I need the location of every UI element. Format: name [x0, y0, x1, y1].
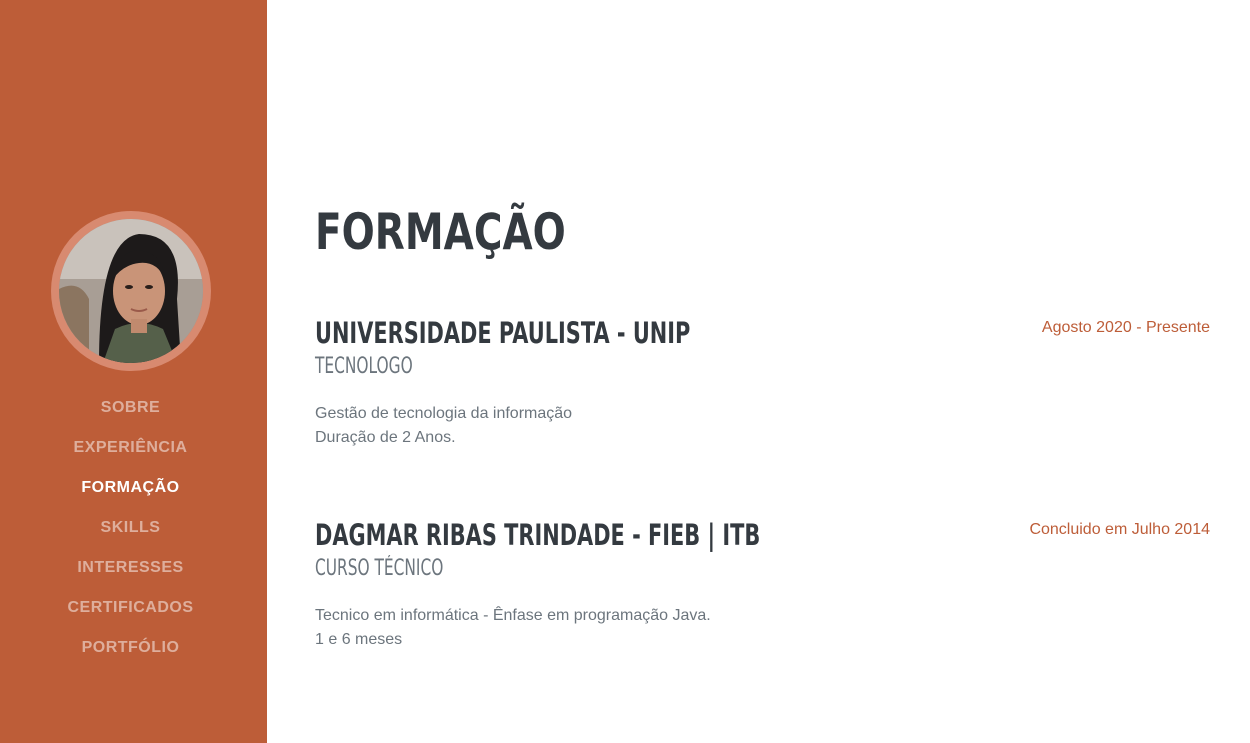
nav-item-skills[interactable]: SKILLS [0, 508, 261, 548]
page-title: FORMAÇÃO [315, 203, 566, 261]
entry-date: Agosto 2020 - Presente [1041, 319, 1210, 336]
avatar-photo [59, 219, 203, 363]
description-line: Gestão de tecnologia da informação [315, 405, 573, 422]
nav-item-portfolio[interactable]: PORTFÓLIO [0, 628, 261, 668]
description-line: Duração de 2 Anos. [315, 429, 456, 446]
description-line: Tecnico em informática - Ênfase em progr… [315, 607, 711, 624]
degree-title: TECNOLOGO [315, 354, 413, 379]
degree-title: CURSO TÉCNICO [315, 556, 444, 581]
nav-item-experiencia[interactable]: EXPERIÊNCIA [0, 428, 261, 468]
nav-item-sobre[interactable]: SOBRE [0, 388, 261, 428]
entry-description: Gestão de tecnologia da informação Duraç… [315, 402, 572, 450]
avatar [59, 219, 203, 363]
sidebar-nav: SOBRE EXPERIÊNCIA FORMAÇÃO SKILLS INTERE… [0, 388, 261, 668]
sidebar: SOBRE EXPERIÊNCIA FORMAÇÃO SKILLS INTERE… [0, 0, 267, 743]
main-content: FORMAÇÃO UNIVERSIDADE PAULISTA - UNIP TE… [315, 0, 1210, 743]
nav-item-certificados[interactable]: CERTIFICADOS [0, 588, 261, 628]
entry-description: Tecnico em informática - Ênfase em progr… [315, 604, 711, 652]
school-name: UNIVERSIDADE PAULISTA - UNIP [315, 316, 691, 350]
school-name: DAGMAR RIBAS TRINDADE - FIEB | ITB [315, 518, 761, 552]
nav-item-formacao[interactable]: FORMAÇÃO [0, 468, 261, 508]
description-line: 1 e 6 meses [315, 631, 403, 648]
nav-item-interesses[interactable]: INTERESSES [0, 548, 261, 588]
entry-date: Concluido em Julho 2014 [1029, 521, 1210, 538]
avatar-ring [51, 211, 211, 371]
